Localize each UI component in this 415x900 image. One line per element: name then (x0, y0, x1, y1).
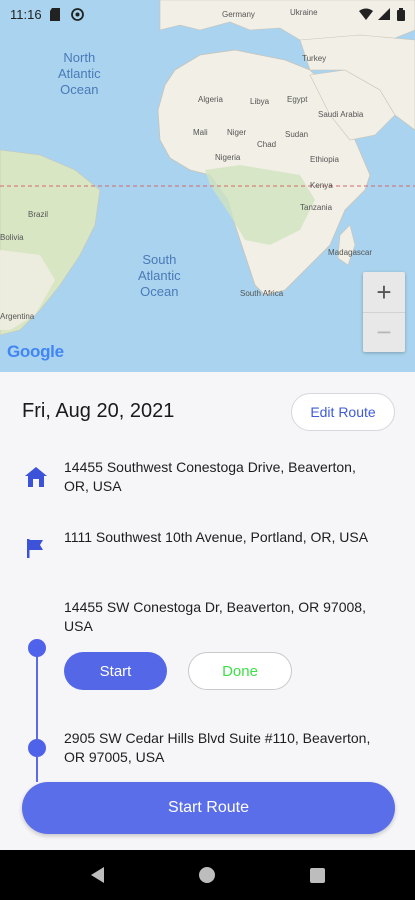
status-time: 11:16 (10, 6, 42, 22)
home-icon (24, 465, 48, 489)
country-label: Algeria (198, 95, 223, 104)
done-stop-button[interactable]: Done (188, 652, 292, 690)
country-label: Mali (193, 128, 208, 137)
signal-icon (378, 7, 391, 21)
edit-route-button[interactable]: Edit Route (291, 393, 395, 431)
country-label: Egypt (287, 95, 308, 104)
back-icon[interactable] (90, 867, 104, 883)
country-label: Niger (227, 128, 247, 137)
flag-icon (24, 536, 48, 560)
country-label: Ethiopia (310, 155, 339, 164)
destination-address: 1111 Southwest 10th Avenue, Portland, OR… (64, 529, 369, 545)
south-atlantic-ocean-label: South Atlantic Ocean (138, 252, 181, 299)
country-label: Tanzania (300, 203, 333, 212)
country-label: Chad (257, 140, 277, 149)
battery-icon (397, 7, 405, 21)
stop-address: 14455 SW Conestoga Dr, Beaverton, OR 970… (64, 599, 366, 634)
start-stop-button[interactable]: Start (64, 652, 167, 690)
country-label: Kenya (310, 181, 333, 190)
country-label: Bolivia (0, 233, 24, 242)
country-label: Nigeria (215, 153, 241, 162)
wifi-icon (359, 8, 373, 21)
route-date: Fri, Aug 20, 2021 (22, 400, 175, 422)
country-label: Brazil (28, 210, 49, 219)
timeline-dot (28, 639, 46, 657)
google-attribution: Google (7, 342, 64, 361)
status-bar: 11:16 (0, 0, 415, 28)
recent-apps-icon[interactable] (309, 867, 325, 883)
zoom-control: + − (363, 272, 405, 352)
google-logo: Google (7, 342, 64, 362)
home-address: 14455 Southwest Conestoga Drive, Beavert… (64, 459, 356, 494)
sd-card-icon (49, 7, 63, 21)
timeline-line (36, 652, 38, 748)
at-sign-icon (70, 7, 84, 21)
route-sheet: Fri, Aug 20, 2021 Edit Route 14455 South… (0, 372, 415, 850)
plus-icon: + (376, 276, 392, 307)
stop-address: 2905 SW Cedar Hills Blvd Suite #110, Bea… (64, 730, 371, 765)
country-label: Argentina (0, 312, 35, 321)
start-route-button[interactable]: Start Route (22, 782, 395, 834)
country-label: Madagascar (328, 248, 373, 257)
home-nav-icon[interactable] (198, 867, 215, 883)
country-label: South Africa (240, 289, 284, 298)
status-right (359, 7, 405, 21)
map-view[interactable]: North Atlantic Ocean South Atlantic Ocea… (0, 0, 415, 372)
zoom-out-button[interactable]: − (363, 312, 405, 352)
country-label: Turkey (302, 54, 327, 63)
country-label: Libya (250, 97, 270, 106)
timeline-line (36, 757, 38, 782)
timeline-dot (28, 739, 46, 757)
country-label: Sudan (285, 130, 309, 139)
system-nav-bar (0, 850, 415, 900)
zoom-in-button[interactable]: + (363, 272, 405, 312)
country-label: Saudi Arabia (318, 110, 364, 119)
status-left: 11:16 (10, 7, 84, 22)
minus-icon: − (376, 317, 392, 347)
north-atlantic-ocean-label: North Atlantic Ocean (58, 50, 101, 97)
